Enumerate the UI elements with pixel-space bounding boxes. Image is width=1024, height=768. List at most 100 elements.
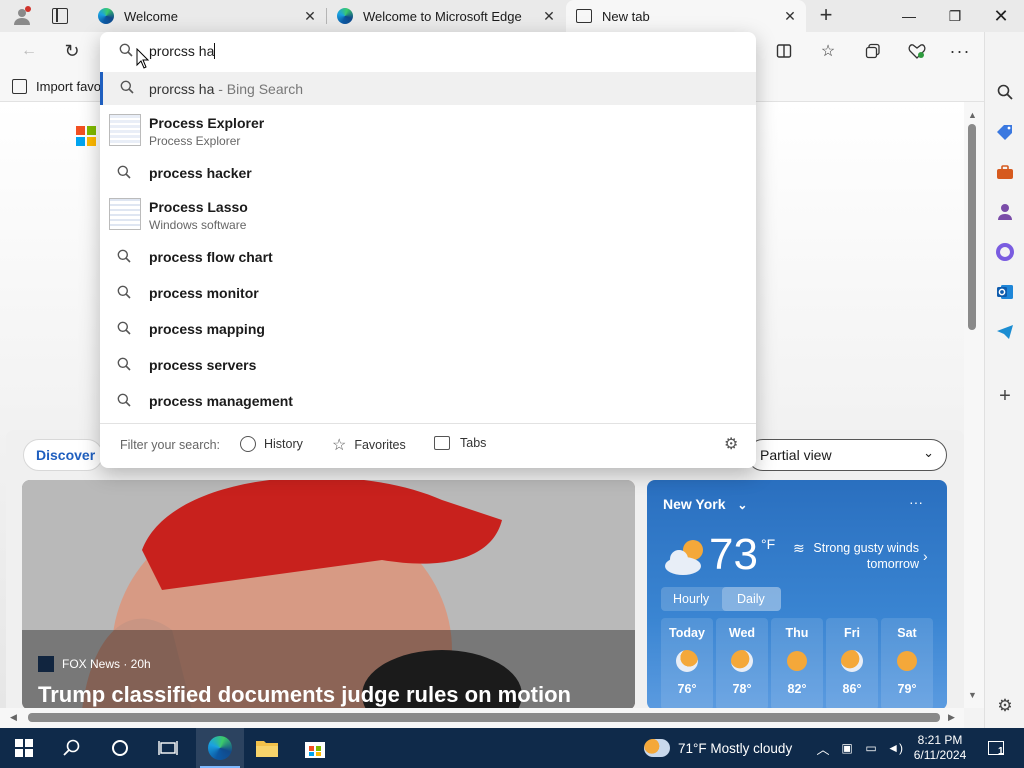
tab-welcome-edge[interactable]: Welcome to Microsoft Edge ✕ bbox=[327, 0, 565, 32]
add-sidebar-app-icon[interactable]: + bbox=[993, 384, 1017, 408]
split-screen-icon[interactable] bbox=[769, 36, 799, 66]
search-icon bbox=[117, 285, 133, 301]
sidebar-settings-icon[interactable]: ⚙ bbox=[993, 694, 1017, 718]
suggestion-search[interactable]: process flow chart bbox=[100, 239, 756, 273]
suggestion-title: process mapping bbox=[149, 321, 265, 337]
file-explorer-button[interactable] bbox=[246, 728, 288, 768]
partly-cloudy-icon bbox=[663, 538, 709, 576]
search-icon[interactable] bbox=[993, 80, 1017, 104]
suggestion-search[interactable]: process mapping bbox=[100, 311, 756, 345]
volume-icon[interactable]: ◄) bbox=[884, 728, 906, 768]
taskbar-weather[interactable]: 71°F Mostly cloudy bbox=[644, 728, 804, 768]
import-favorites-button[interactable]: Import favo bbox=[12, 76, 101, 96]
history-icon bbox=[240, 436, 256, 452]
suggestion-app[interactable]: Process Lasso Windows software bbox=[100, 192, 756, 238]
cortana-button[interactable] bbox=[100, 728, 140, 768]
shopping-tag-icon[interactable] bbox=[993, 120, 1017, 144]
notification-center-button[interactable]: 1 bbox=[978, 728, 1014, 768]
task-view-button[interactable] bbox=[148, 728, 188, 768]
vertical-scrollbar[interactable]: ▲ ▼ bbox=[964, 102, 984, 708]
filter-favorites-button[interactable]: ☆ Favorites bbox=[332, 435, 406, 455]
microsoft-365-icon[interactable] bbox=[993, 240, 1017, 264]
scroll-up-icon[interactable]: ▲ bbox=[968, 110, 977, 120]
news-headline[interactable]: Trump classified documents judge rules o… bbox=[38, 682, 571, 708]
scroll-right-icon[interactable]: ▶ bbox=[948, 712, 955, 723]
settings-gear-icon[interactable]: ⚙ bbox=[724, 434, 738, 454]
minimize-button[interactable]: — bbox=[886, 0, 932, 32]
tab-hourly[interactable]: Hourly bbox=[673, 592, 709, 606]
meet-now-icon[interactable]: ▣ bbox=[836, 728, 858, 768]
suggestion-search[interactable]: process management bbox=[100, 383, 756, 417]
taskbar-weather-label: 71°F Mostly cloudy bbox=[678, 740, 793, 756]
scroll-thumb[interactable] bbox=[968, 124, 976, 330]
sunny-icon bbox=[787, 651, 807, 671]
view-select[interactable]: Partial view ⌄ bbox=[747, 439, 947, 471]
show-hidden-icons-button[interactable]: ︿ bbox=[812, 728, 834, 768]
tools-icon[interactable] bbox=[993, 160, 1017, 184]
tab-actions-icon[interactable] bbox=[52, 8, 68, 24]
tab-new-tab[interactable]: New tab ✕ bbox=[566, 0, 806, 32]
address-suggestions-dropdown: prorcss ha prorcss ha - Bing Search Proc… bbox=[100, 32, 756, 468]
discover-tab[interactable]: Discover bbox=[23, 439, 103, 471]
suggestion-search[interactable]: process servers bbox=[100, 347, 756, 381]
refresh-button[interactable]: ↻ bbox=[57, 36, 87, 66]
close-icon[interactable]: ✕ bbox=[541, 8, 557, 24]
suggestion-search[interactable]: process monitor bbox=[100, 275, 756, 309]
notification-count: 1 bbox=[998, 746, 1004, 757]
search-button[interactable] bbox=[52, 728, 92, 768]
close-window-button[interactable]: ✕ bbox=[978, 0, 1024, 32]
forecast-day[interactable]: Thu 82° bbox=[771, 618, 823, 708]
telegram-icon[interactable] bbox=[993, 320, 1017, 344]
scroll-down-icon[interactable]: ▼ bbox=[968, 690, 977, 700]
temp-unit: °F bbox=[761, 536, 776, 552]
address-bar[interactable]: prorcss ha bbox=[100, 32, 756, 70]
mouse-pointer-icon bbox=[136, 47, 150, 73]
games-icon[interactable] bbox=[993, 200, 1017, 224]
suggestion-search[interactable]: process hacker bbox=[100, 155, 756, 189]
network-icon[interactable]: ▭ bbox=[860, 728, 882, 768]
collections-icon[interactable] bbox=[858, 36, 888, 66]
suggestion-subtitle: Process Explorer bbox=[149, 134, 241, 148]
search-icon bbox=[117, 393, 133, 409]
suggestion-app[interactable]: Process Explorer Process Explorer bbox=[100, 108, 756, 154]
weather-card[interactable]: New York ⌄ ··· 73 °F ≋ Strong gusty wind… bbox=[647, 480, 947, 708]
scroll-left-icon[interactable]: ◀ bbox=[10, 712, 17, 723]
cortana-circle-icon bbox=[112, 740, 128, 756]
tab-welcome[interactable]: Welcome ✕ bbox=[88, 0, 326, 32]
forecast-day[interactable]: Fri 86° bbox=[826, 618, 878, 708]
suggestion-title: Process Lasso bbox=[149, 199, 248, 215]
close-icon[interactable]: ✕ bbox=[782, 8, 798, 24]
outlook-icon[interactable] bbox=[993, 280, 1017, 304]
forecast-day[interactable]: Sat 79° bbox=[881, 618, 933, 708]
horizontal-scrollbar[interactable]: ◀ ▶ bbox=[0, 708, 964, 728]
news-card[interactable]: FOX News · 20h Trump classified document… bbox=[22, 480, 635, 708]
browser-essentials-icon[interactable] bbox=[902, 36, 932, 66]
new-tab-button[interactable]: + bbox=[812, 3, 840, 29]
profile-icon[interactable] bbox=[12, 6, 32, 26]
filter-tabs-button[interactable]: Tabs bbox=[434, 436, 486, 450]
day-label: Wed bbox=[728, 626, 756, 640]
close-icon[interactable]: ✕ bbox=[302, 8, 318, 24]
weather-location[interactable]: New York ⌄ bbox=[663, 496, 747, 512]
address-input[interactable]: prorcss ha bbox=[149, 43, 214, 59]
chevron-right-icon[interactable]: › bbox=[923, 548, 928, 564]
day-label: Today bbox=[669, 626, 705, 640]
more-options-icon[interactable]: ··· bbox=[909, 494, 923, 510]
favorites-star-icon[interactable]: ☆ bbox=[813, 36, 843, 66]
back-button[interactable]: ← bbox=[14, 36, 44, 66]
forecast-day[interactable]: Wed 78° bbox=[716, 618, 768, 708]
taskbar-edge-button[interactable] bbox=[196, 728, 244, 768]
start-button[interactable] bbox=[4, 728, 44, 768]
tab-strip: Welcome ✕ Welcome to Microsoft Edge ✕ Ne… bbox=[0, 0, 1024, 32]
filter-history-button[interactable]: History bbox=[240, 436, 303, 452]
restore-button[interactable]: ❐ bbox=[932, 0, 978, 32]
horizontal-scroll-thumb[interactable] bbox=[28, 713, 940, 722]
filter-bar: Filter your search: History ☆ Favorites … bbox=[100, 424, 756, 468]
more-options-icon[interactable]: ··· bbox=[945, 36, 975, 66]
search-icon bbox=[117, 165, 133, 181]
store-button[interactable] bbox=[294, 728, 336, 768]
suggestion-bing-search[interactable]: prorcss ha - Bing Search bbox=[100, 72, 756, 105]
clock[interactable]: 8:21 PM 6/11/2024 bbox=[908, 728, 972, 768]
search-icon bbox=[119, 43, 133, 60]
forecast-day[interactable]: Today 76° bbox=[661, 618, 713, 708]
